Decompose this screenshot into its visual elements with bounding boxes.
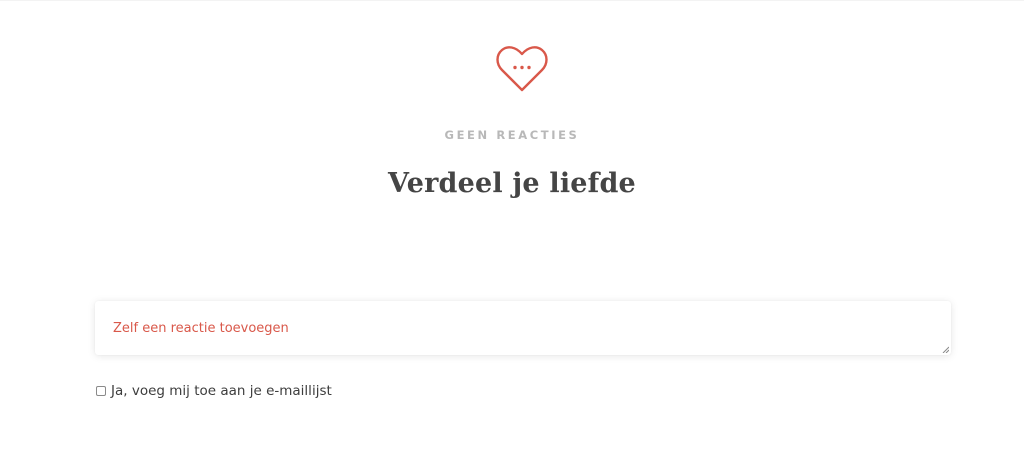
comment-box: [95, 301, 951, 355]
heart-icon: [495, 45, 549, 95]
comment-textarea[interactable]: [95, 301, 951, 355]
resize-handle-icon[interactable]: [942, 346, 949, 353]
comments-heading: Verdeel je liefde: [388, 168, 636, 199]
newsletter-option[interactable]: Ja, voeg mij toe aan je e-maillijst: [96, 382, 332, 400]
comment-count-label: GEEN REACTIES: [444, 128, 580, 142]
top-divider: [0, 0, 1024, 1]
newsletter-label: Ja, voeg mij toe aan je e-maillijst: [111, 383, 332, 399]
newsletter-checkbox[interactable]: [96, 386, 106, 396]
